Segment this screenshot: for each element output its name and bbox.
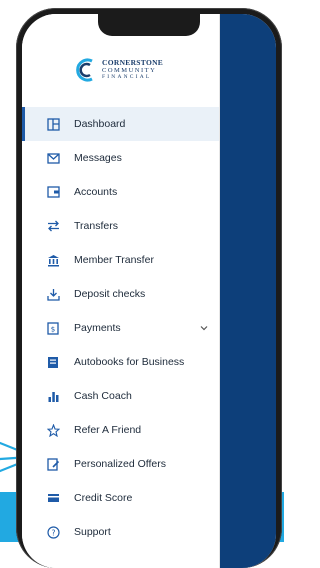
chevron-down-icon[interactable]: [199, 323, 209, 333]
download-tray-icon: [46, 287, 60, 301]
menu-item-messages[interactable]: Messages: [22, 141, 219, 175]
menu-label-cash-coach: Cash Coach: [74, 390, 132, 402]
dashboard-icon: [46, 117, 60, 131]
star-icon: [46, 423, 60, 437]
menu-label-member-transfer: Member Transfer: [74, 254, 154, 266]
menu-item-deposit-checks[interactable]: Deposit checks: [22, 277, 219, 311]
menu-item-support[interactable]: ? Support: [22, 515, 219, 549]
menu-label-support: Support: [74, 526, 111, 538]
menu-label-messages: Messages: [74, 152, 122, 164]
menu-item-transfers[interactable]: Transfers: [22, 209, 219, 243]
card-icon: [46, 491, 60, 505]
bank-icon: [46, 253, 60, 267]
menu-item-autobooks[interactable]: Autobooks for Business: [22, 345, 219, 379]
phone-screen: CORNERSTONE COMMUNITY FINANCIAL Dashboar…: [22, 14, 276, 568]
brand-name-line3: FINANCIAL: [102, 74, 152, 81]
question-icon: ?: [46, 525, 60, 539]
main-menu: Dashboard Messages Accounts Transfers Me…: [22, 107, 219, 549]
wallet-icon: [46, 185, 60, 199]
phone-frame: CORNERSTONE COMMUNITY FINANCIAL Dashboar…: [16, 8, 282, 568]
menu-label-payments: Payments: [74, 322, 121, 334]
menu-label-personalized-offers: Personalized Offers: [74, 458, 167, 470]
svg-text:$: $: [51, 325, 55, 333]
menu-item-credit-score[interactable]: Credit Score: [22, 481, 219, 515]
svg-text:?: ?: [51, 528, 55, 537]
menu-item-member-transfer[interactable]: Member Transfer: [22, 243, 219, 277]
ledger-icon: [46, 355, 60, 369]
brand-name-line1: CORNERSTONE: [102, 58, 164, 68]
menu-label-transfers: Transfers: [74, 220, 118, 232]
menu-item-refer-a-friend[interactable]: Refer A Friend: [22, 413, 219, 447]
menu-item-payments[interactable]: $ Payments: [22, 311, 219, 345]
menu-item-accounts[interactable]: Accounts: [22, 175, 219, 209]
phone-notch: [98, 14, 200, 36]
menu-label-deposit-checks: Deposit checks: [74, 288, 146, 300]
envelope-icon: [46, 151, 60, 165]
offers-icon: [46, 457, 60, 471]
navigation-drawer: CORNERSTONE COMMUNITY FINANCIAL Dashboar…: [22, 14, 220, 568]
menu-label-accounts: Accounts: [74, 186, 118, 198]
brand-logo: CORNERSTONE COMMUNITY FINANCIAL: [74, 58, 163, 82]
menu-item-personalized-offers[interactable]: Personalized Offers: [22, 447, 219, 481]
menu-label-refer-a-friend: Refer A Friend: [74, 424, 142, 436]
background-page-panel[interactable]: [220, 14, 276, 568]
menu-label-dashboard: Dashboard: [74, 118, 126, 130]
payment-doc-icon: $: [46, 321, 60, 335]
menu-item-dashboard[interactable]: Dashboard: [22, 107, 219, 141]
bar-chart-icon: [46, 389, 60, 403]
logo-mark-icon: [76, 58, 93, 82]
menu-label-autobooks: Autobooks for Business: [74, 356, 185, 368]
arrows-exchange-icon: [46, 219, 60, 233]
menu-label-credit-score: Credit Score: [74, 492, 133, 504]
menu-item-cash-coach[interactable]: Cash Coach: [22, 379, 219, 413]
